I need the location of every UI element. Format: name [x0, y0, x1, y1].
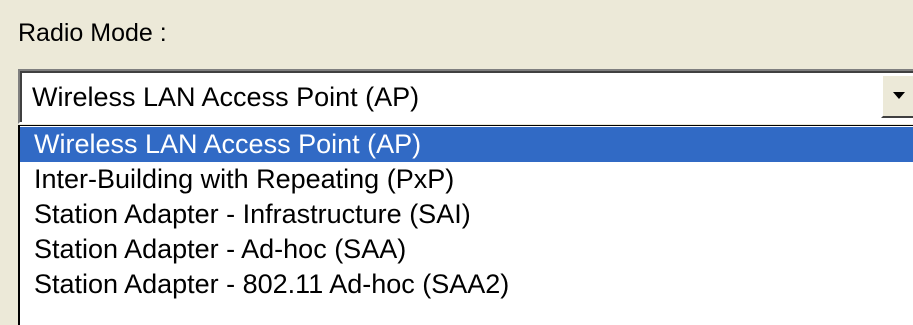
option-station-adapter-802-11-ad-hoc[interactable]: Station Adapter - 802.11 Ad-hoc (SAA2)	[20, 267, 913, 302]
radio-mode-label: Radio Mode :	[18, 19, 167, 47]
radio-mode-options-list: Wireless LAN Access Point (AP) Inter-Bui…	[18, 125, 913, 325]
option-wireless-lan-access-point[interactable]: Wireless LAN Access Point (AP)	[20, 127, 913, 162]
option-inter-building-repeating[interactable]: Inter-Building with Repeating (PxP)	[20, 162, 913, 197]
radio-mode-selected-value: Wireless LAN Access Point (AP)	[32, 82, 420, 112]
chevron-down-icon	[893, 92, 905, 99]
dropdown-toggle-button[interactable]	[881, 74, 913, 118]
option-station-adapter-ad-hoc[interactable]: Station Adapter - Ad-hoc (SAA)	[20, 232, 913, 267]
radio-mode-select[interactable]: Wireless LAN Access Point (AP)	[18, 69, 913, 124]
option-station-adapter-infrastructure[interactable]: Station Adapter - Infrastructure (SAI)	[20, 197, 913, 232]
